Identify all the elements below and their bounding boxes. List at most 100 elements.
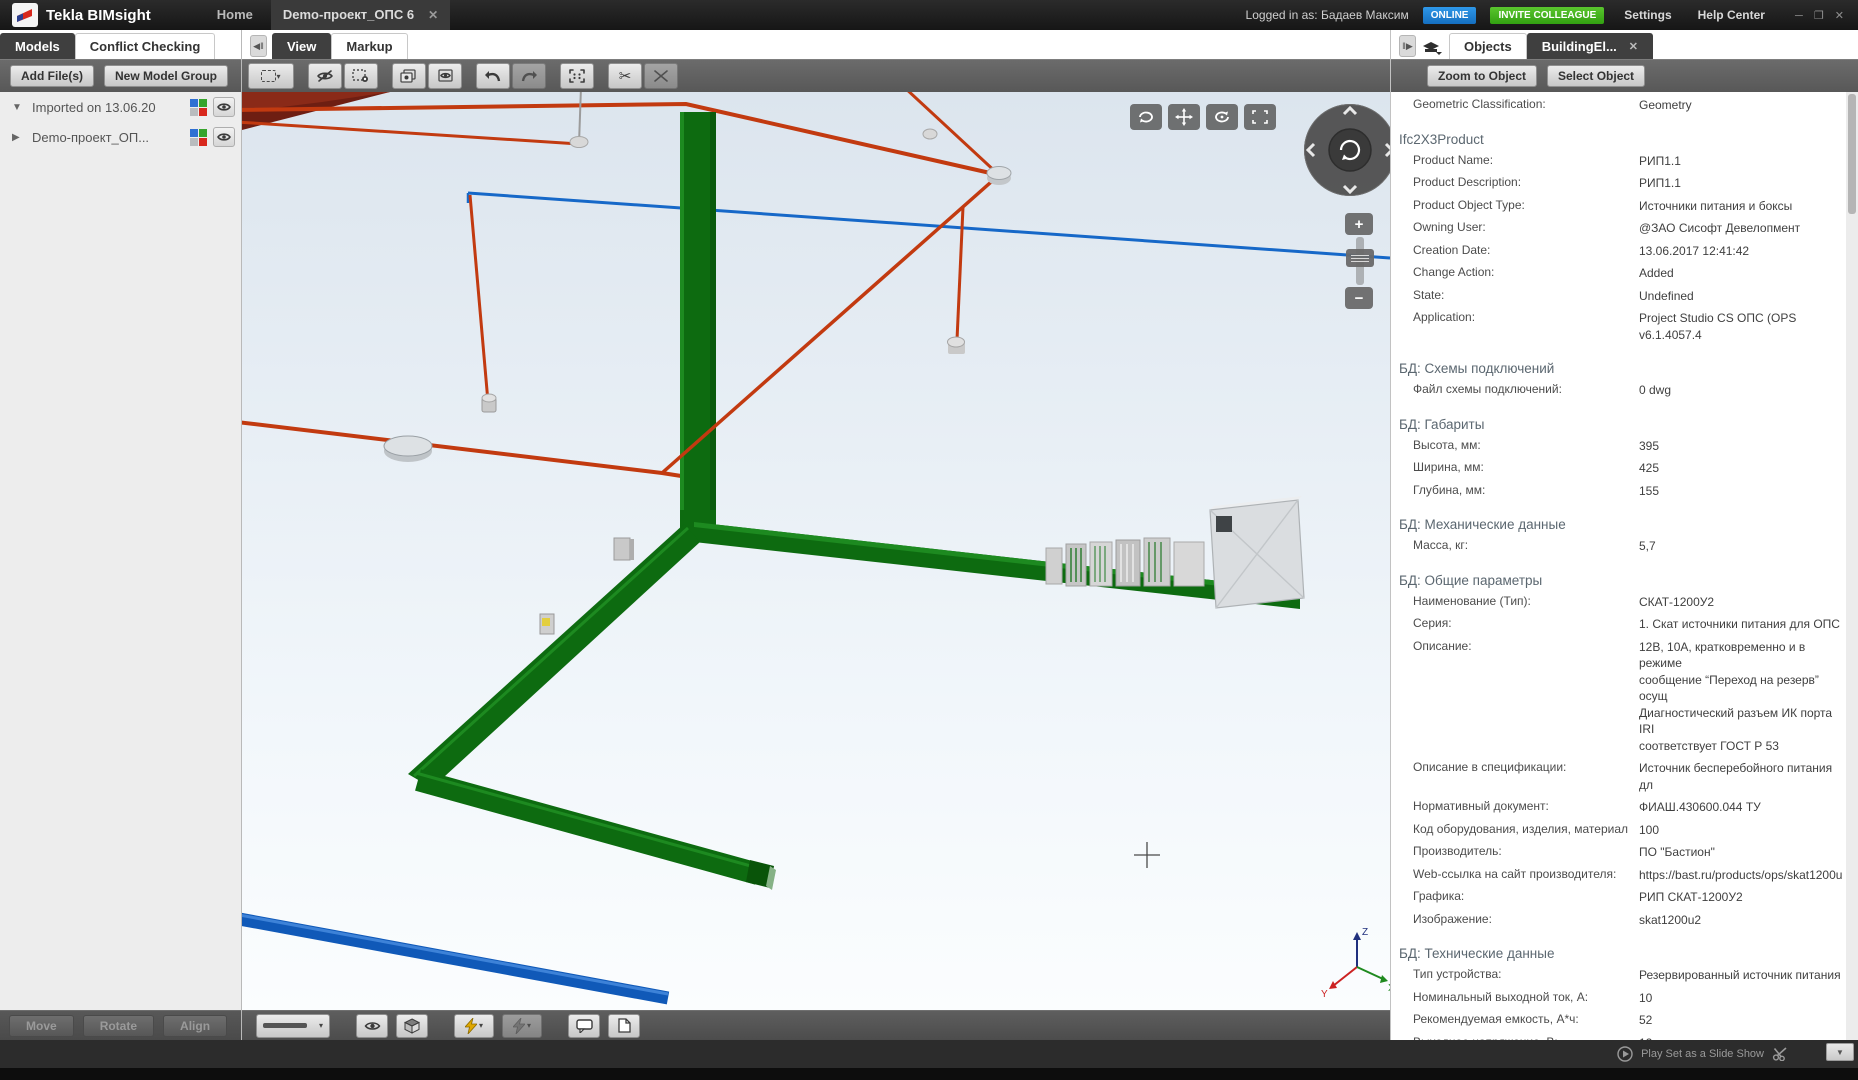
- model-colors-icon[interactable]: [190, 99, 207, 116]
- spin-mode-button[interactable]: [1206, 104, 1238, 130]
- fit-to-view-button[interactable]: [560, 63, 594, 89]
- slideshow-controls[interactable]: Play Set as a Slide Show: [1617, 1046, 1788, 1062]
- model-tree-row[interactable]: ▼ Imported on 13.06.20: [0, 92, 241, 122]
- property-row: Тип устройства: Резервированный источник…: [1391, 964, 1846, 987]
- fullscreen-button[interactable]: [1244, 104, 1276, 130]
- tree-expander-icon[interactable]: ▼: [12, 102, 32, 113]
- property-label: БД: Схемы подключений: [1399, 361, 1554, 376]
- conflict-secondary-button[interactable]: ▾: [502, 1014, 542, 1038]
- model-tree-row[interactable]: ▶ Demo-проект_ОП...: [0, 122, 241, 152]
- collapse-left-panel-icon[interactable]: ◀‖: [250, 35, 267, 57]
- minimize-icon[interactable]: ─: [1795, 10, 1807, 22]
- zoom-slider-track[interactable]: [1356, 237, 1364, 285]
- visibility-eye-icon[interactable]: [213, 97, 235, 117]
- help-center-menu[interactable]: Help Center: [1692, 8, 1771, 22]
- property-label: Графика:: [1413, 889, 1639, 903]
- property-label: БД: Общие параметры: [1399, 573, 1542, 588]
- model-colors-icon[interactable]: [190, 129, 207, 146]
- scroll-down-icon: ▼: [1836, 1048, 1844, 1057]
- properties-scrollbar[interactable]: [1846, 92, 1858, 1040]
- tab-view[interactable]: View: [272, 33, 331, 59]
- clip-plane-button[interactable]: ✂: [608, 63, 642, 89]
- conflict-highlight-button[interactable]: ▾: [454, 1014, 494, 1038]
- tab-conflict-checking[interactable]: Conflict Checking: [75, 33, 216, 59]
- show-all-button[interactable]: [428, 63, 462, 89]
- new-model-group-button[interactable]: New Model Group: [104, 65, 228, 87]
- selection-tool-button[interactable]: ▾: [248, 63, 294, 89]
- property-label: Application:: [1413, 310, 1639, 324]
- property-row: Product Name: РИП1.1: [1391, 150, 1846, 173]
- zoom-slider-handle[interactable]: [1346, 249, 1374, 267]
- add-files-button[interactable]: Add File(s): [10, 65, 94, 87]
- property-value: Added: [1639, 265, 1846, 282]
- play-icon[interactable]: [1617, 1046, 1633, 1062]
- slideshow-tools-icon[interactable]: [1772, 1047, 1788, 1061]
- window-controls[interactable]: ─ ❐ ✕: [1795, 9, 1848, 22]
- document-tab[interactable]: Demo-проект_ОПС 6 ✕: [271, 0, 450, 30]
- document-tab-label: Demo-проект_ОПС 6: [283, 0, 414, 30]
- right-panel-toolbar: Zoom to Object Select Object: [1391, 59, 1858, 92]
- property-label: Изображение:: [1413, 912, 1639, 926]
- svg-text:Z: Z: [1362, 927, 1368, 938]
- viewport-3d: ◀‖ View Markup ▾: [242, 30, 1390, 1040]
- pan-arrows-icon: [1175, 108, 1193, 126]
- transparency-cube-button[interactable]: [396, 1014, 428, 1038]
- collapse-right-panel-icon[interactable]: ‖▶: [1399, 35, 1416, 57]
- zoom-to-object-button[interactable]: Zoom to Object: [1427, 65, 1537, 87]
- navigation-wheel[interactable]: [1300, 100, 1390, 200]
- show-only-selected-button[interactable]: [392, 63, 426, 89]
- tab-models[interactable]: Models: [0, 33, 75, 59]
- tab-objects[interactable]: Objects: [1449, 33, 1527, 59]
- maximize-icon[interactable]: ❐: [1814, 10, 1828, 22]
- viewport-toolbar: ▾: [242, 59, 1390, 92]
- scene-canvas[interactable]: Z Y X: [242, 92, 1390, 1010]
- zoom-in-button[interactable]: +: [1345, 213, 1373, 235]
- visibility-eye-icon[interactable]: [213, 127, 235, 147]
- bottom-bar: Play Set as a Slide Show ▼: [0, 1040, 1858, 1080]
- property-label: Product Object Type:: [1413, 198, 1639, 212]
- pan-mode-button[interactable]: [1168, 104, 1200, 130]
- line-style-dropdown[interactable]: ▾: [256, 1014, 330, 1038]
- hide-selection-button[interactable]: [344, 63, 378, 89]
- property-row: БД: Габариты: [1391, 414, 1846, 435]
- scroll-down-button[interactable]: ▼: [1826, 1043, 1854, 1061]
- junction-cylinder-2: [987, 167, 1011, 186]
- comment-button[interactable]: [568, 1014, 600, 1038]
- home-menu[interactable]: Home: [199, 0, 271, 30]
- visibility-button[interactable]: [356, 1014, 388, 1038]
- property-label: Web-ссылка на сайт производителя:: [1413, 867, 1639, 881]
- property-label: Описание:: [1413, 639, 1639, 653]
- axis-gizmo: Z Y X: [1321, 927, 1390, 1000]
- manipulation-button[interactable]: Align: [163, 1015, 227, 1037]
- line-style-preview: [263, 1023, 307, 1028]
- orbit-mode-button[interactable]: [1130, 104, 1162, 130]
- zoom-control[interactable]: + −: [1345, 213, 1375, 309]
- manipulation-button[interactable]: Rotate: [83, 1015, 154, 1037]
- tab-building-element[interactable]: BuildingEl... ✕: [1527, 33, 1653, 59]
- hide-object-button[interactable]: [308, 63, 342, 89]
- orbit-icon: [1137, 109, 1155, 125]
- scrollbar-thumb[interactable]: [1848, 94, 1856, 214]
- zoom-out-button[interactable]: −: [1345, 287, 1373, 309]
- manipulation-toolbar: Move Rotate Align: [0, 1010, 241, 1040]
- close-window-icon[interactable]: ✕: [1835, 10, 1848, 22]
- layers-icon[interactable]: [1421, 38, 1443, 56]
- redo-button[interactable]: [512, 63, 546, 89]
- property-row: Product Object Type: Источники питания и…: [1391, 195, 1846, 218]
- property-value: 425: [1639, 460, 1846, 477]
- note-button[interactable]: [608, 1014, 640, 1038]
- tab-markup[interactable]: Markup: [331, 33, 407, 59]
- manipulation-button[interactable]: Move: [9, 1015, 74, 1037]
- document-tab-close-icon[interactable]: ✕: [428, 0, 438, 30]
- property-value: 395: [1639, 438, 1846, 455]
- tree-expander-icon[interactable]: ▶: [12, 132, 32, 143]
- undo-button[interactable]: [476, 63, 510, 89]
- select-object-button[interactable]: Select Object: [1547, 65, 1645, 87]
- property-label: Серия:: [1413, 616, 1639, 630]
- invite-colleague-button[interactable]: INVITE COLLEAGUE: [1490, 7, 1604, 24]
- remove-clip-button[interactable]: [644, 63, 678, 89]
- tab-close-icon[interactable]: ✕: [1629, 34, 1638, 60]
- property-row: State: Undefined: [1391, 285, 1846, 308]
- settings-menu[interactable]: Settings: [1618, 8, 1677, 22]
- title-bar: Tekla BIMsight Home Demo-проект_ОПС 6 ✕ …: [0, 0, 1858, 30]
